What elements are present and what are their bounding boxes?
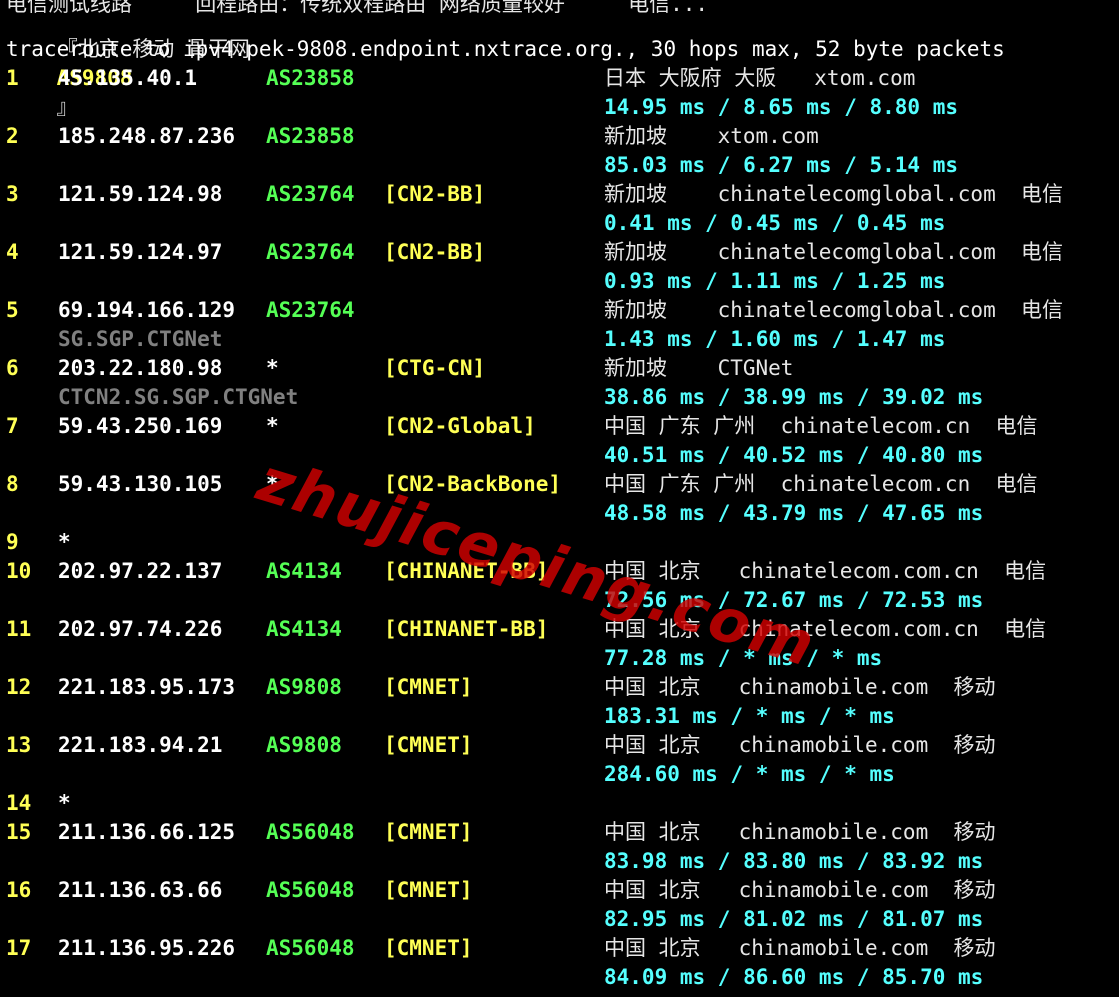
hop-number: 3 — [6, 182, 19, 206]
hop-geo: 新加坡 chinatelecomglobal.com 电信 — [604, 298, 1064, 322]
hop-ip: 69.194.166.129 — [58, 298, 236, 322]
hop-asn: AS56048 — [266, 820, 355, 844]
hop-ip: 121.59.124.98 — [58, 182, 223, 206]
hop-ip: 211.136.63.66 — [58, 878, 223, 902]
hop-rdns: SG.SGP.CTGNet — [58, 327, 223, 351]
hop-geo: 中国 北京 chinamobile.com 移动 — [604, 733, 996, 757]
hop-ip: 185.248.87.236 — [58, 124, 236, 148]
hop-tag: [CN2-Global] — [384, 414, 536, 438]
hop-rtt: 84.09 ms / 86.60 ms / 85.70 ms — [604, 965, 984, 989]
hop-rtt: 1.43 ms / 1.60 ms / 1.47 ms — [604, 327, 946, 351]
hop-rtt: 38.86 ms / 38.99 ms / 39.02 ms — [604, 385, 984, 409]
hop-number: 6 — [6, 356, 19, 380]
hop-geo: 新加坡 CTGNet — [604, 356, 794, 380]
hop-ip: 203.22.180.98 — [58, 356, 223, 380]
hop-ip: 221.183.94.21 — [58, 733, 223, 757]
hop-ip: 59.43.250.169 — [58, 414, 223, 438]
hop-asn: * — [266, 414, 279, 438]
hop-number: 13 — [6, 733, 32, 757]
hop-number: 5 — [6, 298, 19, 322]
hop-rtt: 48.58 ms / 43.79 ms / 47.65 ms — [604, 501, 984, 525]
hop-number: 7 — [6, 414, 19, 438]
hop-ip: 211.136.95.226 — [58, 936, 236, 960]
hop-asn: * — [266, 356, 279, 380]
route-header-suffix: 』 — [56, 95, 78, 119]
hop-rtt: 0.93 ms / 1.11 ms / 1.25 ms — [604, 269, 946, 293]
hop-ip: 202.97.22.137 — [58, 559, 223, 583]
hop-number: 12 — [6, 675, 32, 699]
hop-rtt: 85.03 ms / 6.27 ms / 5.14 ms — [604, 153, 959, 177]
hop-number: 2 — [6, 124, 19, 148]
hop-rtt: 284.60 ms / * ms / * ms — [604, 762, 895, 786]
traceroute-command: traceroute to ipv4.pek-9808.endpoint.nxt… — [6, 37, 1005, 61]
hop-asn: AS23764 — [266, 240, 355, 264]
hop-ip: 221.183.95.173 — [58, 675, 236, 699]
hop-number: 8 — [6, 472, 19, 496]
hop-ip: * — [58, 791, 71, 815]
hop-geo: 中国 北京 chinamobile.com 移动 — [604, 878, 996, 902]
hop-geo: 中国 广东 广州 chinatelecom.cn 电信 — [604, 414, 1038, 438]
hop-rtt: 183.31 ms / * ms / * ms — [604, 704, 895, 728]
hop-ip: 202.97.74.226 — [58, 617, 223, 641]
hop-tag: [CMNET] — [384, 878, 473, 902]
hop-tag: [CN2-BB] — [384, 182, 486, 206]
hop-rtt: 40.51 ms / 40.52 ms / 40.80 ms — [604, 443, 984, 467]
hop-rdns: CTCN2.SG.SGP.CTGNet — [58, 385, 299, 409]
hop-number: 17 — [6, 936, 32, 960]
hop-asn: AS23764 — [266, 298, 355, 322]
hop-number: 10 — [6, 559, 32, 583]
hop-asn: AS9808 — [266, 733, 342, 757]
hop-asn: AS9808 — [266, 675, 342, 699]
hop-number: 9 — [6, 530, 19, 554]
hop-ip: 211.136.66.125 — [58, 820, 236, 844]
hop-geo: 中国 北京 chinamobile.com 移动 — [604, 936, 996, 960]
hop-number: 1 — [6, 66, 19, 90]
hop-asn: AS23858 — [266, 66, 355, 90]
hop-tag: [CHINANET-BB] — [384, 617, 549, 641]
hop-asn: AS4134 — [266, 617, 342, 641]
hop-number: 16 — [6, 878, 32, 902]
hop-asn: AS23858 — [266, 124, 355, 148]
route-header: 『北京 移动 骨干网 AS9808 』 — [6, 6, 250, 119]
hop-geo: 中国 广东 广州 chinatelecom.cn 电信 — [604, 472, 1038, 496]
hop-ip: * — [58, 530, 71, 554]
terminal-window: 电信测试线路 回程路由：传统双程路由 网络质量较好 电信... 『北京 移动 骨… — [0, 0, 1119, 997]
hop-rtt: 83.98 ms / 83.80 ms / 83.92 ms — [604, 849, 984, 873]
hop-geo: 新加坡 chinatelecomglobal.com 电信 — [604, 182, 1064, 206]
hop-geo: 新加坡 xtom.com — [604, 124, 819, 148]
hop-rtt: 82.95 ms / 81.02 ms / 81.07 ms — [604, 907, 984, 931]
hop-number: 11 — [6, 617, 32, 641]
hop-asn: AS56048 — [266, 936, 355, 960]
hop-tag: [CMNET] — [384, 820, 473, 844]
hop-geo: 中国 北京 chinamobile.com 移动 — [604, 820, 996, 844]
hop-tag: [CTG-CN] — [384, 356, 486, 380]
hop-asn: AS56048 — [266, 878, 355, 902]
hop-rtt: 14.95 ms / 8.65 ms / 8.80 ms — [604, 95, 959, 119]
hop-ip: 59.43.130.105 — [58, 472, 223, 496]
hop-rtt: 0.41 ms / 0.45 ms / 0.45 ms — [604, 211, 946, 235]
hop-geo: 新加坡 chinatelecomglobal.com 电信 — [604, 240, 1064, 264]
hop-tag: [CMNET] — [384, 675, 473, 699]
hop-asn: AS4134 — [266, 559, 342, 583]
hop-number: 14 — [6, 791, 32, 815]
hop-ip: 121.59.124.97 — [58, 240, 223, 264]
hop-tag: [CN2-BB] — [384, 240, 486, 264]
hop-number: 4 — [6, 240, 19, 264]
hop-asn: AS23764 — [266, 182, 355, 206]
hop-ip: 45.135.40.1 — [58, 66, 198, 90]
hop-geo: 日本 大阪府 大阪 xtom.com — [604, 66, 916, 90]
hop-tag: [CMNET] — [384, 733, 473, 757]
hop-tag: [CMNET] — [384, 936, 473, 960]
hop-number: 15 — [6, 820, 32, 844]
